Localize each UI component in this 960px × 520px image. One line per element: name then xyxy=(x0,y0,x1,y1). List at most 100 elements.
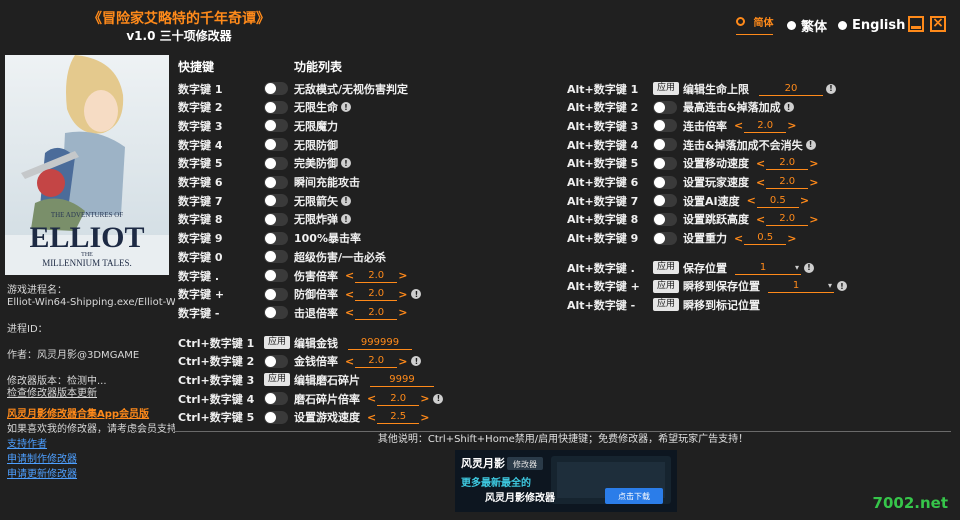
increase-arrow[interactable]: > xyxy=(808,213,819,226)
toggle-switch[interactable] xyxy=(653,175,677,189)
info-icon[interactable]: ! xyxy=(341,102,351,113)
toggle-switch[interactable] xyxy=(653,100,677,114)
info-icon[interactable]: ! xyxy=(837,281,847,292)
toggle-switch[interactable] xyxy=(264,287,288,301)
toggle-switch[interactable] xyxy=(264,231,288,245)
value-input[interactable]: 20 xyxy=(759,82,823,96)
toggle-switch[interactable] xyxy=(264,410,288,424)
toggle-switch[interactable] xyxy=(264,269,288,282)
toggle-switch[interactable] xyxy=(264,100,288,114)
value-display[interactable]: 2.0 xyxy=(766,175,809,189)
value-display[interactable]: 2.0 xyxy=(355,306,398,320)
support-author-link[interactable]: 支持作者 xyxy=(7,438,175,451)
value-input[interactable]: 999999 xyxy=(348,336,412,350)
toggle-switch[interactable] xyxy=(653,194,677,208)
decrease-arrow[interactable]: < xyxy=(344,288,355,301)
toggle-switch[interactable] xyxy=(264,156,288,170)
info-icon[interactable]: ! xyxy=(411,289,422,300)
increase-arrow[interactable]: > xyxy=(419,411,430,424)
toggle-switch[interactable] xyxy=(264,175,288,189)
info-icon[interactable]: ! xyxy=(433,393,444,404)
apply-button[interactable]: 应用 xyxy=(653,261,680,274)
decrease-arrow[interactable]: < xyxy=(366,411,377,424)
value-display[interactable]: 2.0 xyxy=(766,212,809,227)
decrease-arrow[interactable]: < xyxy=(344,355,355,368)
toggle-switch[interactable] xyxy=(264,119,288,133)
promo-app-link[interactable]: 风灵月影修改器合集App会员版 xyxy=(7,408,175,421)
info-icon[interactable]: ! xyxy=(783,102,794,113)
value-display[interactable]: 0.5 xyxy=(744,231,787,246)
hotkey-label: 数字键 1 xyxy=(178,82,223,96)
increase-arrow[interactable]: > xyxy=(419,392,430,405)
apply-button[interactable]: 应用 xyxy=(653,298,680,312)
increase-arrow[interactable]: > xyxy=(397,288,408,301)
cheat-row: 数字键 4 无限防御 xyxy=(178,135,338,154)
info-icon[interactable]: ! xyxy=(341,195,351,206)
request-update-link[interactable]: 申请更新修改器 xyxy=(7,468,175,481)
value-display[interactable]: 2.0 xyxy=(377,392,420,406)
apply-button[interactable]: 应用 xyxy=(264,373,291,387)
info-icon[interactable]: ! xyxy=(804,262,814,273)
increase-arrow[interactable]: > xyxy=(799,194,810,207)
toggle-switch[interactable] xyxy=(653,156,677,170)
toggle-switch[interactable] xyxy=(264,138,288,152)
value-display[interactable]: 2.5 xyxy=(377,410,420,425)
increase-arrow[interactable]: > xyxy=(786,119,797,132)
toggle-switch[interactable] xyxy=(264,82,288,95)
info-icon[interactable]: ! xyxy=(826,83,836,94)
value-display[interactable]: 2.0 xyxy=(744,119,787,133)
toggle-switch[interactable] xyxy=(653,231,677,245)
toggle-switch[interactable] xyxy=(653,212,677,226)
close-icon[interactable]: × xyxy=(930,16,946,32)
apply-button[interactable]: 应用 xyxy=(653,279,680,293)
process-value: Elliot-Win64-Shipping.exe/Elliot-Wi... xyxy=(7,297,175,308)
decrease-arrow[interactable]: < xyxy=(366,392,377,405)
apply-button[interactable]: 应用 xyxy=(264,336,291,349)
increase-arrow[interactable]: > xyxy=(397,306,408,319)
toggle-switch[interactable] xyxy=(264,392,288,406)
decrease-arrow[interactable]: < xyxy=(755,176,766,189)
function-label: 无限魔力 xyxy=(294,119,338,133)
increase-arrow[interactable]: > xyxy=(808,176,819,189)
minimize-icon[interactable] xyxy=(908,16,924,32)
toggle-switch[interactable] xyxy=(264,306,288,320)
decrease-arrow[interactable]: < xyxy=(733,232,744,245)
toggle-switch[interactable] xyxy=(264,250,288,264)
toggle-switch[interactable] xyxy=(653,138,677,152)
value-display[interactable]: 2.0 xyxy=(355,269,398,283)
info-icon[interactable]: ! xyxy=(805,139,816,150)
increase-arrow[interactable]: > xyxy=(786,232,797,245)
info-icon[interactable]: ! xyxy=(411,356,422,367)
value-input[interactable]: 9999 xyxy=(370,373,434,387)
hotkey-label: 数字键 5 xyxy=(178,157,223,171)
value-display[interactable]: 0.5 xyxy=(756,194,799,208)
check-update-link[interactable]: 检查修改器版本更新 xyxy=(7,387,175,400)
info-icon[interactable]: ! xyxy=(341,214,351,225)
info-icon[interactable]: ! xyxy=(341,158,351,169)
decrease-arrow[interactable]: < xyxy=(755,213,766,226)
slot-select[interactable]: 1 ▾ xyxy=(768,279,834,294)
toggle-switch[interactable] xyxy=(264,354,288,368)
decrease-arrow[interactable]: < xyxy=(733,119,744,132)
increase-arrow[interactable]: > xyxy=(397,269,408,282)
increase-arrow[interactable]: > xyxy=(808,157,819,170)
apply-button[interactable]: 应用 xyxy=(653,82,680,95)
slot-select[interactable]: 1 ▾ xyxy=(735,261,801,275)
increase-arrow[interactable]: > xyxy=(397,355,408,368)
toggle-switch[interactable] xyxy=(653,119,677,133)
ad-banner[interactable]: 风灵月影 修改器 更多最新最全的 风灵月影修改器 点击下载 xyxy=(455,450,677,512)
decrease-arrow[interactable]: < xyxy=(746,194,757,207)
value-display[interactable]: 2.0 xyxy=(355,354,398,369)
lang-option-traditional[interactable]: 繁体 xyxy=(787,16,827,35)
value-display[interactable]: 2.0 xyxy=(355,287,398,302)
request-trainer-link[interactable]: 申请制作修改器 xyxy=(7,453,175,466)
toggle-switch[interactable] xyxy=(264,194,288,208)
value-display[interactable]: 2.0 xyxy=(766,156,809,171)
banner-download-button[interactable]: 点击下载 xyxy=(618,491,650,501)
lang-option-english[interactable]: English xyxy=(838,16,905,34)
lang-option-simplified[interactable]: 简体 xyxy=(736,17,774,35)
decrease-arrow[interactable]: < xyxy=(344,269,355,282)
toggle-switch[interactable] xyxy=(264,212,288,226)
decrease-arrow[interactable]: < xyxy=(755,157,766,170)
decrease-arrow[interactable]: < xyxy=(344,306,355,319)
